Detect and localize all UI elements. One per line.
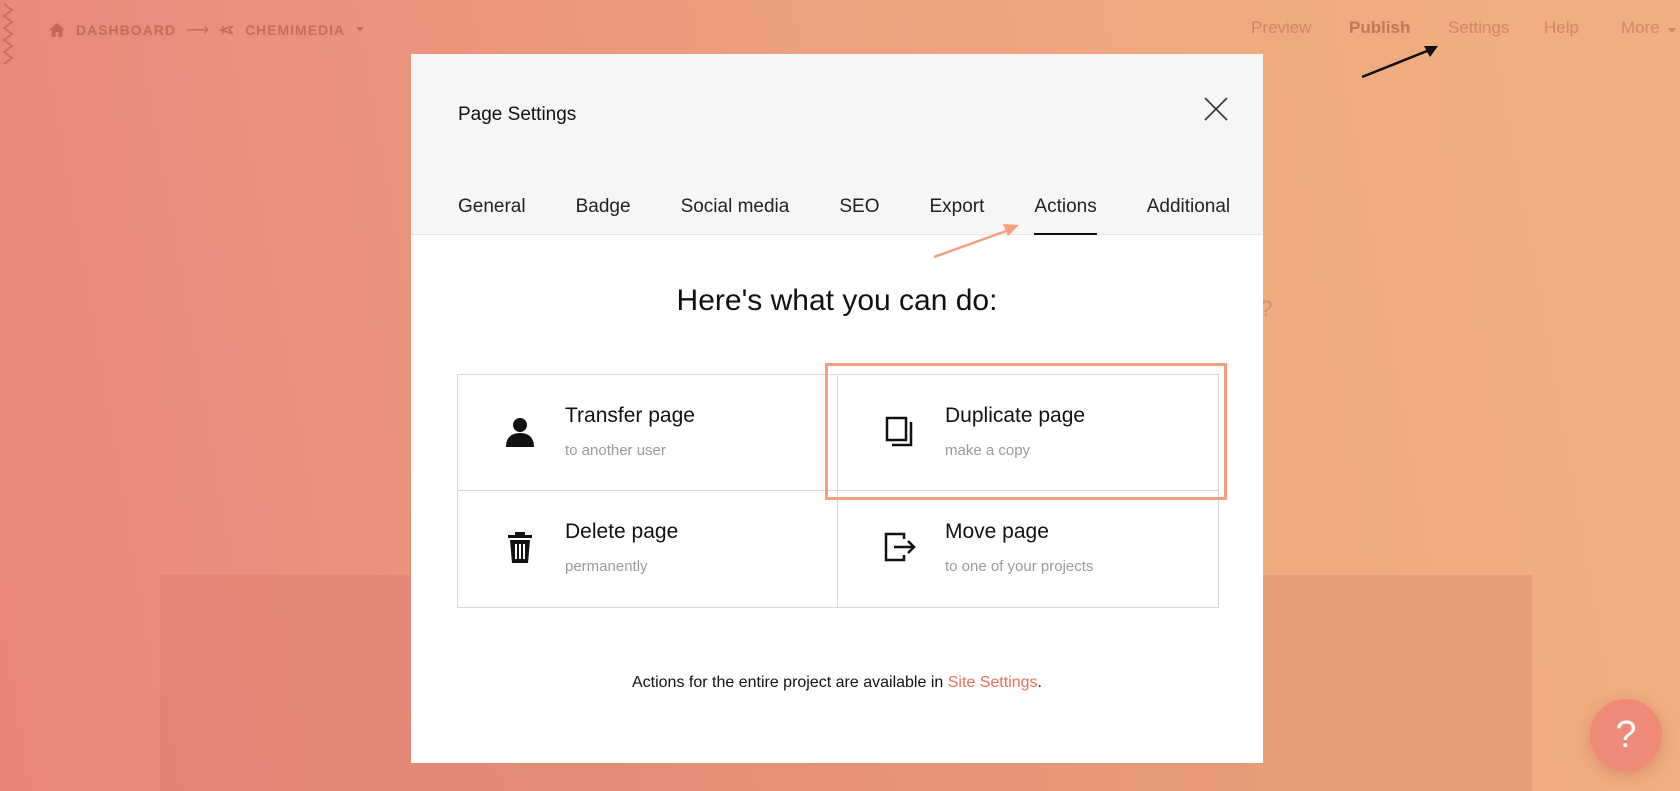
footer-note: Actions for the entire project are avail…	[411, 674, 1263, 692]
annotation-arrow-settings	[1361, 46, 1438, 79]
tab-actions[interactable]: Actions	[1034, 193, 1098, 235]
nav-settings[interactable]: Settings	[1448, 18, 1509, 38]
actions-heading: Here's what you can do:	[676, 284, 998, 317]
modal-title: Page Settings	[458, 104, 577, 125]
duplicate-page-title: Duplicate page	[945, 404, 1086, 427]
tab-general[interactable]: General	[458, 193, 526, 235]
duplicate-page-subtitle: make a copy	[945, 442, 1031, 459]
settings-tabs: General Badge Social media SEO Export Ac…	[458, 193, 1280, 235]
tab-additional[interactable]: Additional	[1147, 193, 1230, 235]
duplicate-page-card[interactable]: Duplicate page make a copy	[838, 375, 1218, 491]
nav-help[interactable]: Help	[1544, 18, 1579, 38]
copy-icon	[885, 416, 913, 447]
nav-more[interactable]: More	[1621, 18, 1660, 38]
help-button[interactable]: ?	[1590, 699, 1662, 771]
move-page-title: Move page	[945, 520, 1049, 543]
transfer-page-subtitle: to another user	[565, 442, 666, 459]
user-icon	[506, 418, 534, 447]
breadcrumb-separator: ⟶	[186, 22, 209, 39]
help-question-icon: ?	[1615, 713, 1637, 756]
delete-page-subtitle: permanently	[565, 558, 648, 575]
move-out-icon	[884, 532, 916, 562]
page-settings-modal: Page Settings General Badge Social media…	[411, 54, 1263, 763]
nav-preview[interactable]: Preview	[1251, 18, 1311, 38]
chevron-down-icon[interactable]	[355, 26, 365, 34]
plane-icon	[218, 25, 234, 35]
top-bar: DASHBOARD ⟶ CHEMIMEDIA Preview Publish S…	[0, 0, 1680, 79]
breadcrumb: DASHBOARD ⟶ CHEMIMEDIA	[48, 19, 365, 41]
move-page-subtitle: to one of your projects	[945, 558, 1094, 575]
footer-text: Actions for the entire project are avail…	[631, 674, 948, 691]
actions-grid: Transfer page to another user Duplicate …	[457, 374, 1219, 608]
annotation-arrow-actions	[933, 224, 1019, 259]
trash-icon	[508, 532, 532, 563]
transfer-page-card[interactable]: Transfer page to another user	[458, 375, 838, 491]
site-settings-link[interactable]: Site Settings	[948, 674, 1038, 691]
delete-page-title: Delete page	[565, 520, 679, 543]
move-page-card[interactable]: Move page to one of your projects	[838, 491, 1218, 607]
breadcrumb-project[interactable]: CHEMIMEDIA	[245, 22, 345, 38]
more-chevron-down-icon[interactable]	[1667, 27, 1677, 35]
breadcrumb-dashboard[interactable]: DASHBOARD	[76, 22, 176, 38]
delete-page-card[interactable]: Delete page permanently	[458, 491, 838, 607]
modal-header: Page Settings General Badge Social media…	[411, 54, 1263, 235]
tab-badge[interactable]: Badge	[576, 193, 631, 235]
home-icon[interactable]	[48, 21, 66, 39]
tab-social-media[interactable]: Social media	[681, 193, 790, 235]
transfer-page-title: Transfer page	[565, 404, 695, 427]
footer-period: .	[1037, 674, 1042, 691]
nav-publish[interactable]: Publish	[1349, 18, 1410, 38]
tab-seo[interactable]: SEO	[839, 193, 879, 235]
close-icon[interactable]	[1202, 95, 1230, 123]
